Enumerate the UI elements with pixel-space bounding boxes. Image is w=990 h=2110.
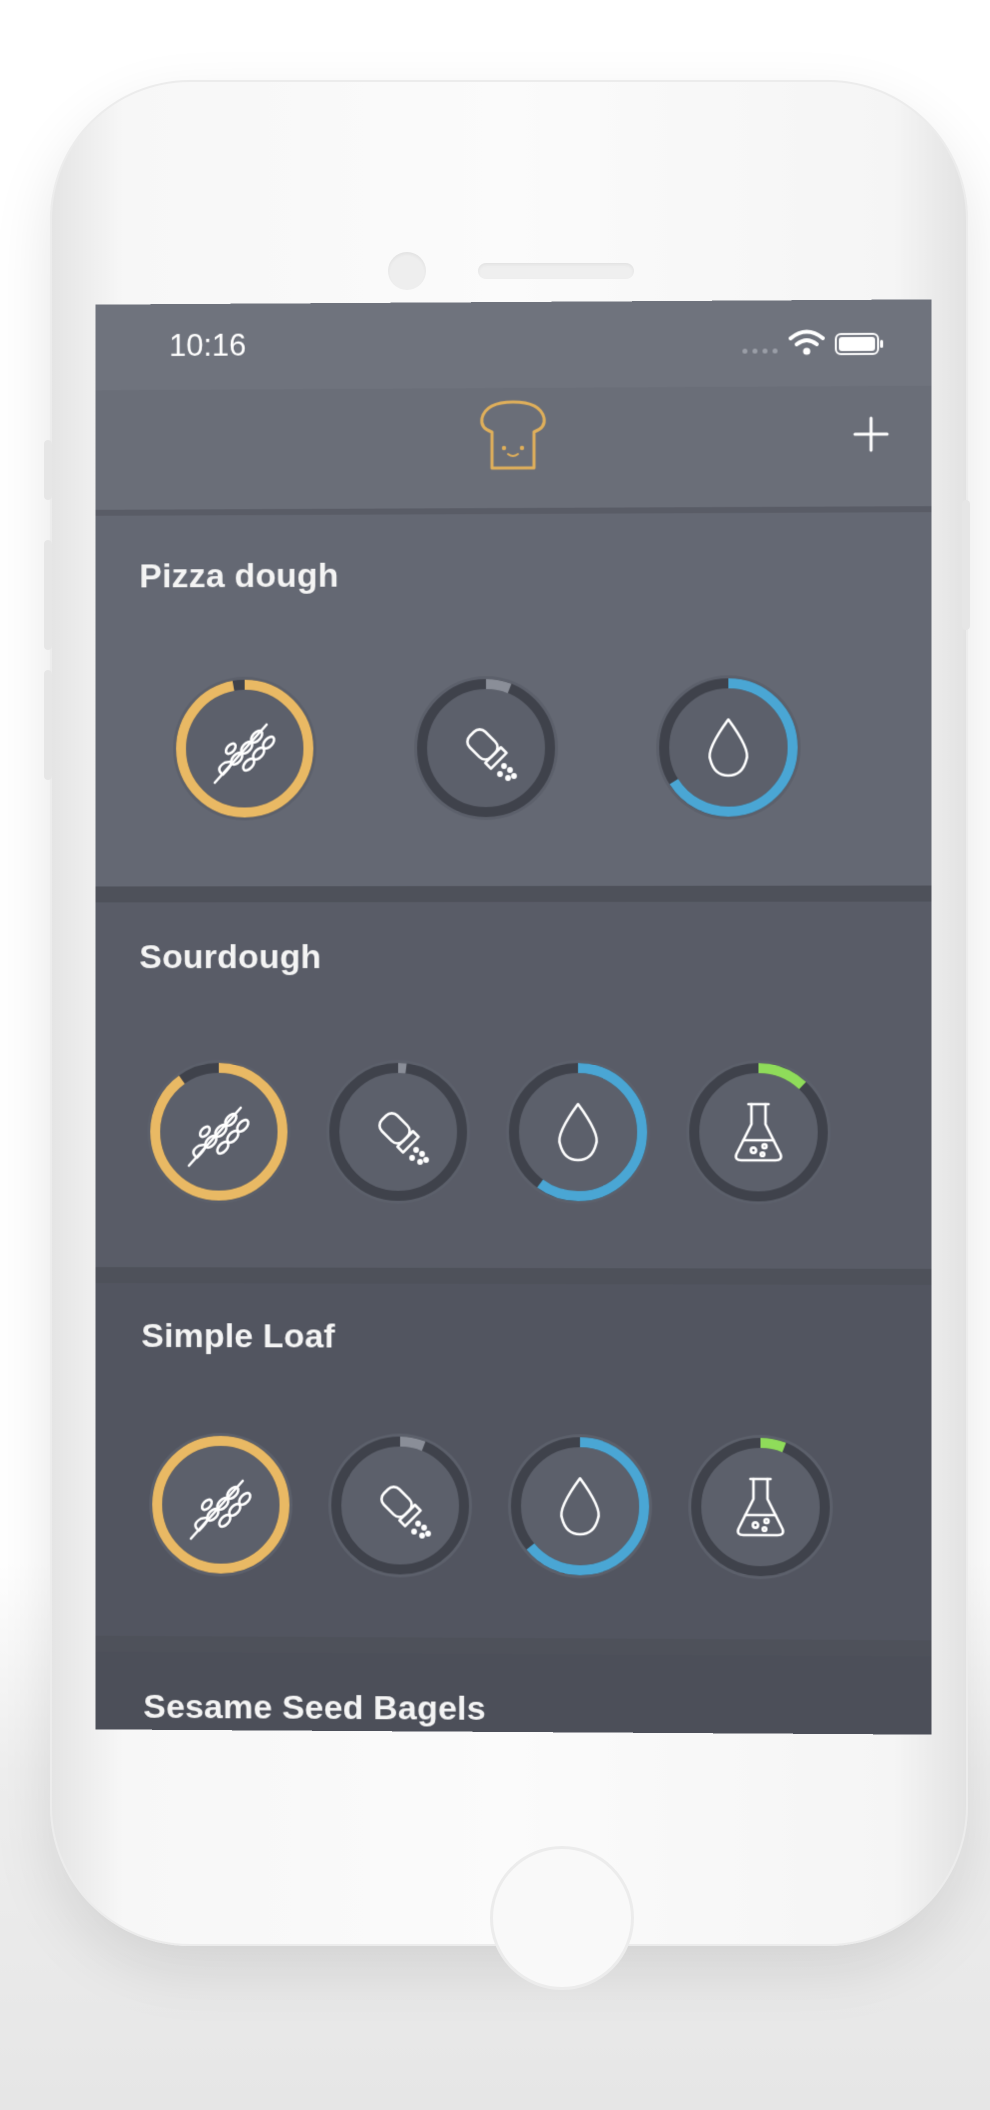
ingredient-ring-water[interactable] bbox=[498, 1424, 662, 1589]
ring-disc bbox=[686, 1060, 831, 1205]
ingredient-ring-yeast[interactable] bbox=[676, 1050, 841, 1215]
recipe-card[interactable]: Pizza dough bbox=[95, 512, 932, 887]
volume-down-button bbox=[44, 670, 52, 780]
section-divider bbox=[95, 1267, 932, 1285]
mute-switch bbox=[44, 440, 52, 500]
ingredient-ring-flour[interactable] bbox=[139, 1423, 302, 1587]
ingredient-ring-flour[interactable] bbox=[137, 1050, 300, 1214]
recipe-card[interactable]: Sourdough bbox=[95, 901, 932, 1269]
earpiece-speaker bbox=[478, 263, 634, 279]
ingredient-ring-yeast[interactable] bbox=[678, 1425, 843, 1590]
battery-icon bbox=[835, 332, 884, 356]
section-divider bbox=[95, 885, 932, 903]
status-bar: 10:16 bbox=[95, 299, 932, 391]
plus-icon[interactable] bbox=[851, 414, 891, 454]
status-time: 10:16 bbox=[169, 327, 247, 363]
recipe-title: Simple Loaf bbox=[141, 1317, 336, 1356]
front-camera bbox=[388, 252, 426, 290]
recipe-card[interactable]: Sesame Seed Bagels bbox=[95, 1651, 932, 1735]
ingredient-ring-water[interactable] bbox=[646, 665, 811, 830]
ingredient-ring-water[interactable] bbox=[496, 1050, 660, 1214]
ring-disc bbox=[508, 1433, 653, 1579]
signal-icon bbox=[742, 348, 778, 354]
app-screen: 10:16 Pizza dough Sourdough Simple Loaf … bbox=[95, 299, 932, 1735]
power-button bbox=[962, 500, 970, 630]
ring-disc bbox=[506, 1059, 651, 1205]
volume-up-button bbox=[44, 540, 52, 650]
ingredient-ring-flour[interactable] bbox=[163, 667, 326, 831]
toast-icon[interactable] bbox=[478, 398, 548, 472]
ring-disc bbox=[328, 1433, 473, 1578]
ingredient-ring-salt[interactable] bbox=[316, 1050, 480, 1214]
ring-disc bbox=[656, 675, 801, 820]
recipe-title: Pizza dough bbox=[139, 556, 339, 596]
ring-disc bbox=[414, 676, 558, 821]
recipe-card[interactable]: Simple Loaf bbox=[95, 1283, 932, 1643]
recipe-title: Sourdough bbox=[139, 938, 322, 977]
recipe-title: Sesame Seed Bagels bbox=[143, 1687, 486, 1728]
home-button[interactable] bbox=[490, 1846, 634, 1990]
ring-disc bbox=[326, 1059, 471, 1204]
ingredient-ring-salt[interactable] bbox=[404, 666, 568, 830]
nav-bar bbox=[95, 385, 932, 516]
ingredient-ring-salt[interactable] bbox=[318, 1423, 482, 1588]
ring-disc bbox=[688, 1434, 833, 1580]
wifi-icon bbox=[789, 328, 825, 355]
